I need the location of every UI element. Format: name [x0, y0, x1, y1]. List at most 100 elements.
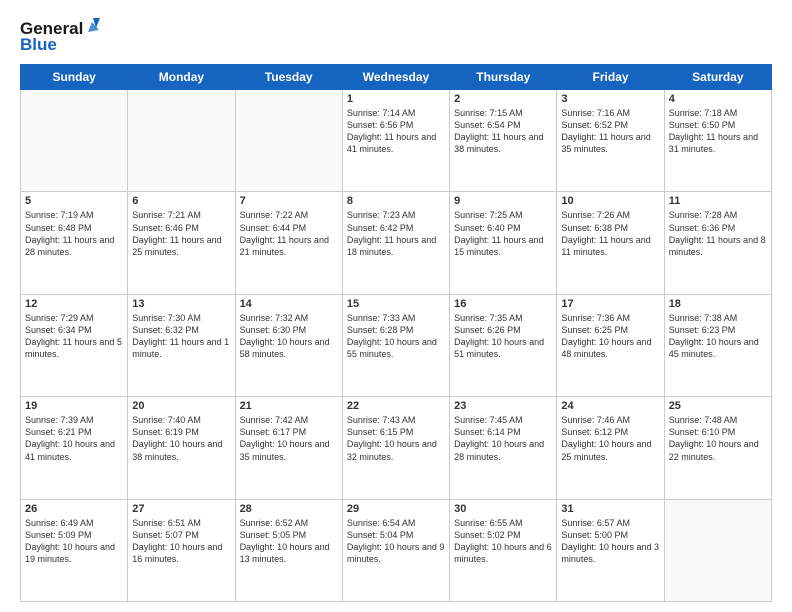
- day-num-24: 24: [561, 400, 659, 412]
- day-cell-13: 13 Sunrise: 7:30 AM Sunset: 6:32 PM Dayli…: [128, 294, 235, 396]
- day-cell-19: 19 Sunrise: 7:39 AM Sunset: 6:21 PM Dayli…: [21, 397, 128, 499]
- day-info-19: Sunrise: 7:39 AM Sunset: 6:21 PM Dayligh…: [25, 414, 123, 463]
- day-num-14: 14: [240, 298, 338, 310]
- day-cell-23: 23 Sunrise: 7:45 AM Sunset: 6:14 PM Dayli…: [450, 397, 557, 499]
- day-num-11: 11: [669, 195, 767, 207]
- day-cell-9: 9Sunrise: 7:25 AM Sunset: 6:40 PM Daylig…: [450, 192, 557, 294]
- day-cell-12: 12 Sunrise: 7:29 AM Sunset: 6:34 PM Dayli…: [21, 294, 128, 396]
- day-cell-7: 7 Sunrise: 7:22 AM Sunset: 6:44 PM Daylig…: [235, 192, 342, 294]
- day-info-9: Sunrise: 7:25 AM Sunset: 6:40 PM Dayligh…: [454, 209, 552, 258]
- day-num-30: 30: [454, 503, 552, 515]
- day-cell-29: 29Sunrise: 6:54 AM Sunset: 5:04 PM Dayli…: [342, 499, 449, 601]
- week-row-3: 12 Sunrise: 7:29 AM Sunset: 6:34 PM Dayli…: [21, 294, 772, 396]
- day-info-26: Sunrise: 6:49 AM Sunset: 5:09 PM Dayligh…: [25, 517, 123, 566]
- day-num-23: 23: [454, 400, 552, 412]
- weekday-header-monday: Monday: [128, 65, 235, 90]
- day-num-6: 6: [132, 195, 230, 207]
- day-num-12: 12: [25, 298, 123, 310]
- day-cell-28: 28 Sunrise: 6:52 AM Sunset: 5:05 PM Dayli…: [235, 499, 342, 601]
- weekday-header-wednesday: Wednesday: [342, 65, 449, 90]
- calendar-body: 1 Sunrise: 7:14 AM Sunset: 6:56 PM Daylig…: [21, 90, 772, 602]
- day-num-16: 16: [454, 298, 552, 310]
- day-cell-27: 27 Sunrise: 6:51 AM Sunset: 5:07 PM Dayli…: [128, 499, 235, 601]
- day-cell-21: 21 Sunrise: 7:42 AM Sunset: 6:17 PM Dayli…: [235, 397, 342, 499]
- day-info-24: Sunrise: 7:46 AM Sunset: 6:12 PM Dayligh…: [561, 414, 659, 463]
- logo: General Blue: [20, 16, 100, 54]
- day-num-28: 28: [240, 503, 338, 515]
- day-info-28: Sunrise: 6:52 AM Sunset: 5:05 PM Dayligh…: [240, 517, 338, 566]
- logo-svg: General Blue: [20, 16, 100, 54]
- day-info-7: Sunrise: 7:22 AM Sunset: 6:44 PM Dayligh…: [240, 209, 338, 258]
- weekday-header-tuesday: Tuesday: [235, 65, 342, 90]
- day-num-10: 10: [561, 195, 659, 207]
- day-num-20: 20: [132, 400, 230, 412]
- day-info-23: Sunrise: 7:45 AM Sunset: 6:14 PM Dayligh…: [454, 414, 552, 463]
- day-info-27: Sunrise: 6:51 AM Sunset: 5:07 PM Dayligh…: [132, 517, 230, 566]
- day-info-5: Sunrise: 7:19 AM Sunset: 6:48 PM Dayligh…: [25, 209, 123, 258]
- day-num-25: 25: [669, 400, 767, 412]
- day-cell-20: 20 Sunrise: 7:40 AM Sunset: 6:19 PM Dayli…: [128, 397, 235, 499]
- day-cell-8: 8 Sunrise: 7:23 AM Sunset: 6:42 PM Daylig…: [342, 192, 449, 294]
- day-num-5: 5: [25, 195, 123, 207]
- weekday-header-saturday: Saturday: [664, 65, 771, 90]
- day-cell-empty: [21, 90, 128, 192]
- day-info-1: Sunrise: 7:14 AM Sunset: 6:56 PM Dayligh…: [347, 107, 445, 156]
- day-num-4: 4: [669, 93, 767, 105]
- day-info-10: Sunrise: 7:26 AM Sunset: 6:38 PM Dayligh…: [561, 209, 659, 258]
- day-cell-empty: [128, 90, 235, 192]
- day-cell-11: 11 Sunrise: 7:28 AM Sunset: 6:36 PM Dayli…: [664, 192, 771, 294]
- day-info-13: Sunrise: 7:30 AM Sunset: 6:32 PM Dayligh…: [132, 312, 230, 361]
- day-num-1: 1: [347, 93, 445, 105]
- day-num-13: 13: [132, 298, 230, 310]
- day-info-6: Sunrise: 7:21 AM Sunset: 6:46 PM Dayligh…: [132, 209, 230, 258]
- day-info-31: Sunrise: 6:57 AM Sunset: 5:00 PM Dayligh…: [561, 517, 659, 566]
- day-num-7: 7: [240, 195, 338, 207]
- day-info-3: Sunrise: 7:16 AM Sunset: 6:52 PM Dayligh…: [561, 107, 659, 156]
- calendar-table: SundayMondayTuesdayWednesdayThursdayFrid…: [20, 64, 772, 602]
- day-num-17: 17: [561, 298, 659, 310]
- day-cell-4: 4 Sunrise: 7:18 AM Sunset: 6:50 PM Daylig…: [664, 90, 771, 192]
- day-cell-1: 1 Sunrise: 7:14 AM Sunset: 6:56 PM Daylig…: [342, 90, 449, 192]
- day-cell-16: 16 Sunrise: 7:35 AM Sunset: 6:26 PM Dayli…: [450, 294, 557, 396]
- day-info-12: Sunrise: 7:29 AM Sunset: 6:34 PM Dayligh…: [25, 312, 123, 361]
- weekday-header-sunday: Sunday: [21, 65, 128, 90]
- day-info-30: Sunrise: 6:55 AM Sunset: 5:02 PM Dayligh…: [454, 517, 552, 566]
- day-num-15: 15: [347, 298, 445, 310]
- day-num-22: 22: [347, 400, 445, 412]
- day-info-25: Sunrise: 7:48 AM Sunset: 6:10 PM Dayligh…: [669, 414, 767, 463]
- day-num-21: 21: [240, 400, 338, 412]
- day-num-19: 19: [25, 400, 123, 412]
- day-info-11: Sunrise: 7:28 AM Sunset: 6:36 PM Dayligh…: [669, 209, 767, 258]
- day-cell-6: 6 Sunrise: 7:21 AM Sunset: 6:46 PM Daylig…: [128, 192, 235, 294]
- day-cell-25: 25 Sunrise: 7:48 AM Sunset: 6:10 PM Dayli…: [664, 397, 771, 499]
- day-cell-empty: [235, 90, 342, 192]
- page: General Blue SundayMondayTuesdayWednesda…: [0, 0, 792, 612]
- week-row-2: 5 Sunrise: 7:19 AM Sunset: 6:48 PM Daylig…: [21, 192, 772, 294]
- day-cell-10: 10 Sunrise: 7:26 AM Sunset: 6:38 PM Dayli…: [557, 192, 664, 294]
- day-num-26: 26: [25, 503, 123, 515]
- day-num-18: 18: [669, 298, 767, 310]
- day-cell-17: 17Sunrise: 7:36 AM Sunset: 6:25 PM Dayli…: [557, 294, 664, 396]
- header: General Blue: [20, 16, 772, 54]
- day-info-2: Sunrise: 7:15 AM Sunset: 6:54 PM Dayligh…: [454, 107, 552, 156]
- day-num-8: 8: [347, 195, 445, 207]
- day-cell-31: 31Sunrise: 6:57 AM Sunset: 5:00 PM Dayli…: [557, 499, 664, 601]
- day-cell-26: 26 Sunrise: 6:49 AM Sunset: 5:09 PM Dayli…: [21, 499, 128, 601]
- week-row-4: 19 Sunrise: 7:39 AM Sunset: 6:21 PM Dayli…: [21, 397, 772, 499]
- day-info-21: Sunrise: 7:42 AM Sunset: 6:17 PM Dayligh…: [240, 414, 338, 463]
- day-cell-14: 14Sunrise: 7:32 AM Sunset: 6:30 PM Dayli…: [235, 294, 342, 396]
- day-info-15: Sunrise: 7:33 AM Sunset: 6:28 PM Dayligh…: [347, 312, 445, 361]
- day-info-4: Sunrise: 7:18 AM Sunset: 6:50 PM Dayligh…: [669, 107, 767, 156]
- day-info-29: Sunrise: 6:54 AM Sunset: 5:04 PM Dayligh…: [347, 517, 445, 566]
- day-cell-empty: [664, 499, 771, 601]
- day-cell-5: 5 Sunrise: 7:19 AM Sunset: 6:48 PM Daylig…: [21, 192, 128, 294]
- day-cell-22: 22Sunrise: 7:43 AM Sunset: 6:15 PM Dayli…: [342, 397, 449, 499]
- logo-row: General Blue: [20, 16, 100, 54]
- day-num-27: 27: [132, 503, 230, 515]
- day-cell-18: 18Sunrise: 7:38 AM Sunset: 6:23 PM Dayli…: [664, 294, 771, 396]
- weekday-header-thursday: Thursday: [450, 65, 557, 90]
- day-info-20: Sunrise: 7:40 AM Sunset: 6:19 PM Dayligh…: [132, 414, 230, 463]
- week-row-1: 1 Sunrise: 7:14 AM Sunset: 6:56 PM Daylig…: [21, 90, 772, 192]
- day-info-8: Sunrise: 7:23 AM Sunset: 6:42 PM Dayligh…: [347, 209, 445, 258]
- day-info-16: Sunrise: 7:35 AM Sunset: 6:26 PM Dayligh…: [454, 312, 552, 361]
